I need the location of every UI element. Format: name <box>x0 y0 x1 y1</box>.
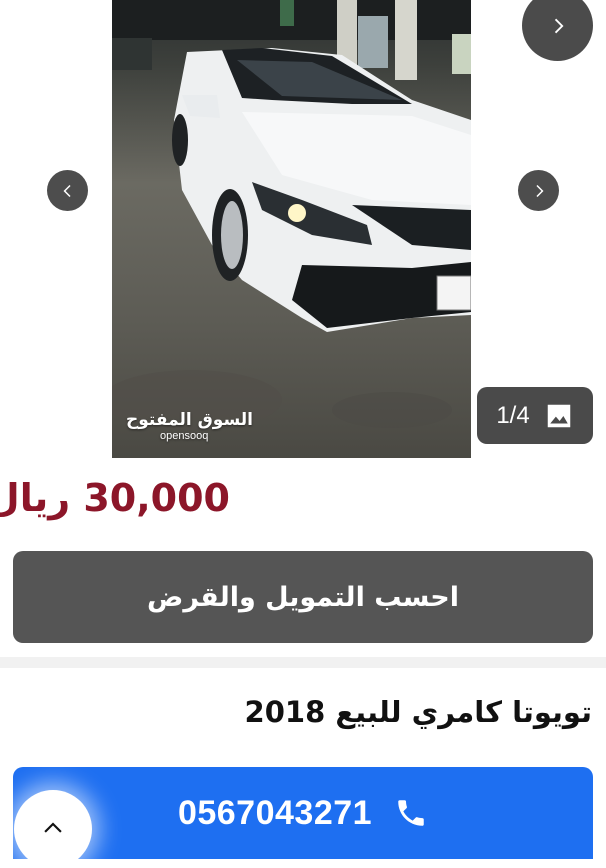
finance-calculator-button[interactable]: احسب التمويل والقرض <box>13 551 593 643</box>
scroll-to-top-button[interactable] <box>14 790 92 868</box>
opensooq-watermark: السوق المفتوح opensooq <box>126 410 253 442</box>
watermark-english: opensooq <box>160 430 209 442</box>
chevron-right-icon <box>554 18 563 33</box>
listing-price: 30,000 ريال <box>0 476 230 520</box>
car-photo-illustration <box>112 0 471 430</box>
listing-title: تويوتا كامري للبيع 2018 <box>244 695 592 729</box>
section-divider <box>0 657 606 668</box>
chevron-up-icon <box>44 822 62 833</box>
watermark-arabic: السوق المفتوح <box>126 410 253 430</box>
chevron-right-icon <box>535 184 543 197</box>
phone-icon <box>398 800 424 826</box>
image-counter-text: 1/4 <box>496 401 530 429</box>
phone-number: 0567043271 <box>177 793 373 832</box>
image-icon <box>547 404 570 427</box>
call-button[interactable]: 0567043271 <box>13 767 593 859</box>
top-next-button[interactable] <box>522 0 593 61</box>
finance-calculator-label: احسب التمويل والقرض <box>147 581 459 613</box>
previous-image-button[interactable] <box>47 170 88 211</box>
chevron-left-icon <box>63 184 71 197</box>
next-image-button[interactable] <box>518 170 559 211</box>
car-photo[interactable]: السوق المفتوح opensooq <box>112 0 471 458</box>
image-counter[interactable]: 1/4 <box>477 387 593 444</box>
image-gallery[interactable]: السوق المفتوح opensooq 1/4 <box>0 0 606 458</box>
